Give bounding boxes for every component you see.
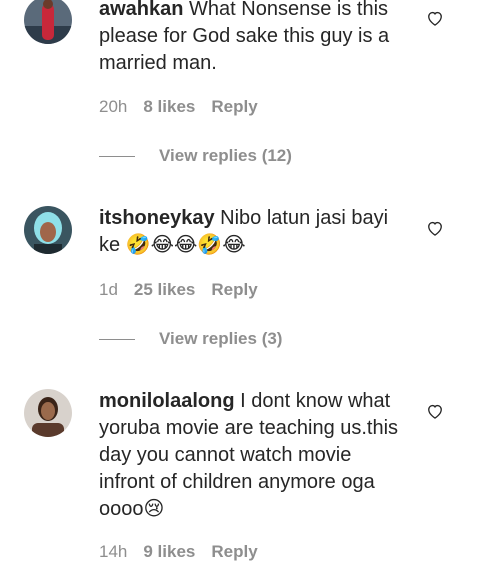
heart-icon[interactable] [425,218,445,238]
comment-time: 20h [99,97,128,116]
comment-body: itshoneykay Nibo latun jasi bayi ke 🤣😂😂🤣… [99,205,404,259]
heart-icon[interactable] [425,8,445,28]
like-count[interactable]: 9 likes [143,542,195,561]
divider-line [99,156,135,157]
avatar[interactable] [24,206,72,254]
comment-meta: 1d 25 likes Reply [99,280,258,300]
comment-username[interactable]: monilolaalong [99,390,235,412]
reply-button[interactable]: Reply [211,97,257,116]
comment-meta: 14h 9 likes Reply [99,542,258,562]
avatar[interactable] [24,389,72,437]
view-replies-label: View replies (12) [159,146,292,165]
comment-username[interactable]: itshoneykay [99,207,215,229]
avatar[interactable] [24,0,72,44]
reply-button[interactable]: Reply [211,280,257,299]
heart-icon[interactable] [425,401,445,421]
reply-button[interactable]: Reply [211,542,257,561]
view-replies-label: View replies (3) [159,329,283,348]
comment-time: 1d [99,280,118,299]
like-count[interactable]: 25 likes [134,280,195,299]
comment-time: 14h [99,542,128,561]
comment-username[interactable]: awahkan [99,0,183,20]
comment-body: monilolaalong I dont know what yoruba mo… [99,388,404,523]
comment-body: awahkan What Nonsense is this please for… [99,0,404,77]
divider-line [99,339,135,340]
comment-meta: 20h 8 likes Reply [99,97,258,117]
like-count[interactable]: 8 likes [143,97,195,116]
